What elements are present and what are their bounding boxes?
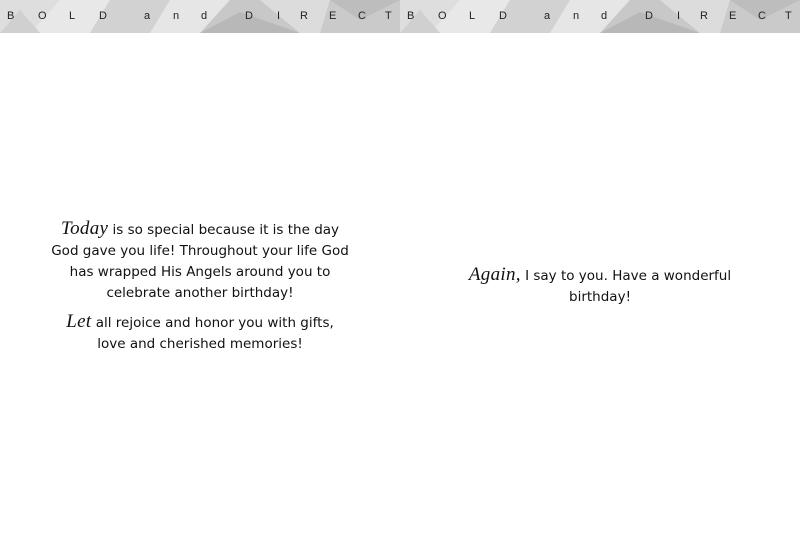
lead-word-let: Let <box>66 311 92 332</box>
paragraph-text: I say to you. Have a wonderful birthday! <box>520 268 732 305</box>
banner-letter: d <box>201 10 208 22</box>
banner-letter: E <box>329 10 337 22</box>
banner-letter: n <box>573 10 580 22</box>
paragraph-text: all rejoice and honor you with gifts, lo… <box>91 315 334 352</box>
banner-letter: a <box>544 10 551 22</box>
verse-paragraph-1: Today is so special because it is the da… <box>50 218 350 304</box>
right-page: B O L D a n d D I R E C T Again, I say t… <box>400 0 800 560</box>
banner-letter: I <box>677 10 681 22</box>
banner-letter: E <box>729 10 737 22</box>
banner-letter: O <box>438 10 447 22</box>
banner-letter: O <box>38 10 47 22</box>
banner-letter: R <box>300 10 308 22</box>
banner-letter: I <box>277 10 281 22</box>
banner-letter: B <box>7 10 15 22</box>
banner-letter: T <box>785 10 792 22</box>
verse-paragraph-2: Let all rejoice and honor you with gifts… <box>50 311 350 355</box>
banner-letter: C <box>758 10 766 22</box>
banner-letter: D <box>499 10 507 22</box>
verse-right: Again, I say to you. Have a wonderful bi… <box>450 264 750 308</box>
banner-left: B O L D a n d D I R E C T <box>0 0 400 33</box>
banner-text-left: B O L D a n d D I R E C T <box>0 0 400 33</box>
banner-letter: d <box>601 10 608 22</box>
banner-letter: D <box>245 10 253 22</box>
banner-letter: R <box>700 10 708 22</box>
banner-letter: C <box>358 10 366 22</box>
lead-word-today: Today <box>60 218 109 239</box>
banner-right: B O L D a n d D I R E C T <box>400 0 800 33</box>
banner-letter: L <box>469 10 476 22</box>
banner-letter: T <box>385 10 392 22</box>
verse-left: Today is so special because it is the da… <box>50 218 350 355</box>
banner-text-right: B O L D a n d D I R E C T <box>400 0 800 33</box>
banner-letter: L <box>69 10 76 22</box>
banner-letter: B <box>407 10 415 22</box>
verse-paragraph-3: Again, I say to you. Have a wonderful bi… <box>450 264 750 308</box>
banner-letter: n <box>173 10 180 22</box>
banner-letter: D <box>645 10 653 22</box>
lead-word-again: Again, <box>468 264 521 285</box>
banner-letter: a <box>144 10 151 22</box>
left-page: B O L D a n d D I R E C T Today is so sp… <box>0 0 400 560</box>
banner-letter: D <box>99 10 107 22</box>
